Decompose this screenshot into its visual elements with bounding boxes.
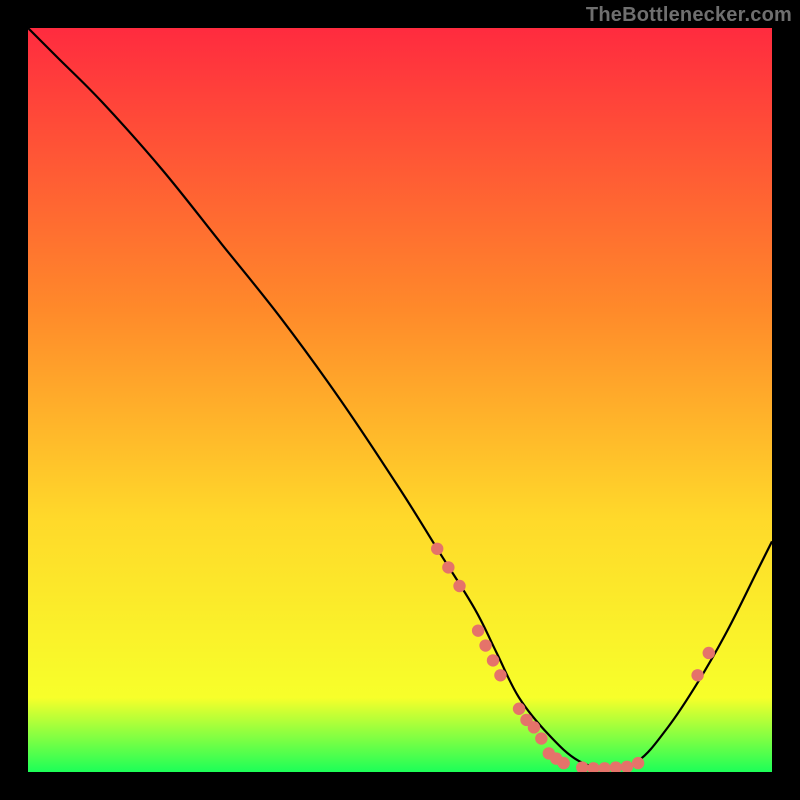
- curve-marker-dot: [472, 624, 484, 636]
- chart-stage: TheBottlenecker.com: [0, 0, 800, 800]
- curve-marker-dot: [442, 561, 454, 573]
- curve-marker-dot: [513, 703, 525, 715]
- bottleneck-chart: [0, 0, 800, 800]
- curve-marker-dot: [576, 761, 588, 773]
- curve-marker-dot: [535, 732, 547, 744]
- curve-marker-dot: [431, 543, 443, 555]
- attribution-text: TheBottlenecker.com: [586, 4, 792, 27]
- curve-marker-dot: [528, 721, 540, 733]
- curve-marker-dot: [494, 669, 506, 681]
- curve-marker-dot: [453, 580, 465, 592]
- plot-background: [28, 28, 772, 772]
- curve-marker-dot: [691, 669, 703, 681]
- curve-marker-dot: [587, 762, 599, 774]
- curve-marker-dot: [557, 757, 569, 769]
- curve-marker-dot: [598, 762, 610, 774]
- curve-marker-dot: [632, 757, 644, 769]
- curve-marker-dot: [487, 654, 499, 666]
- curve-marker-dot: [703, 647, 715, 659]
- curve-marker-dot: [479, 639, 491, 651]
- curve-marker-dot: [621, 761, 633, 773]
- curve-marker-dot: [610, 761, 622, 773]
